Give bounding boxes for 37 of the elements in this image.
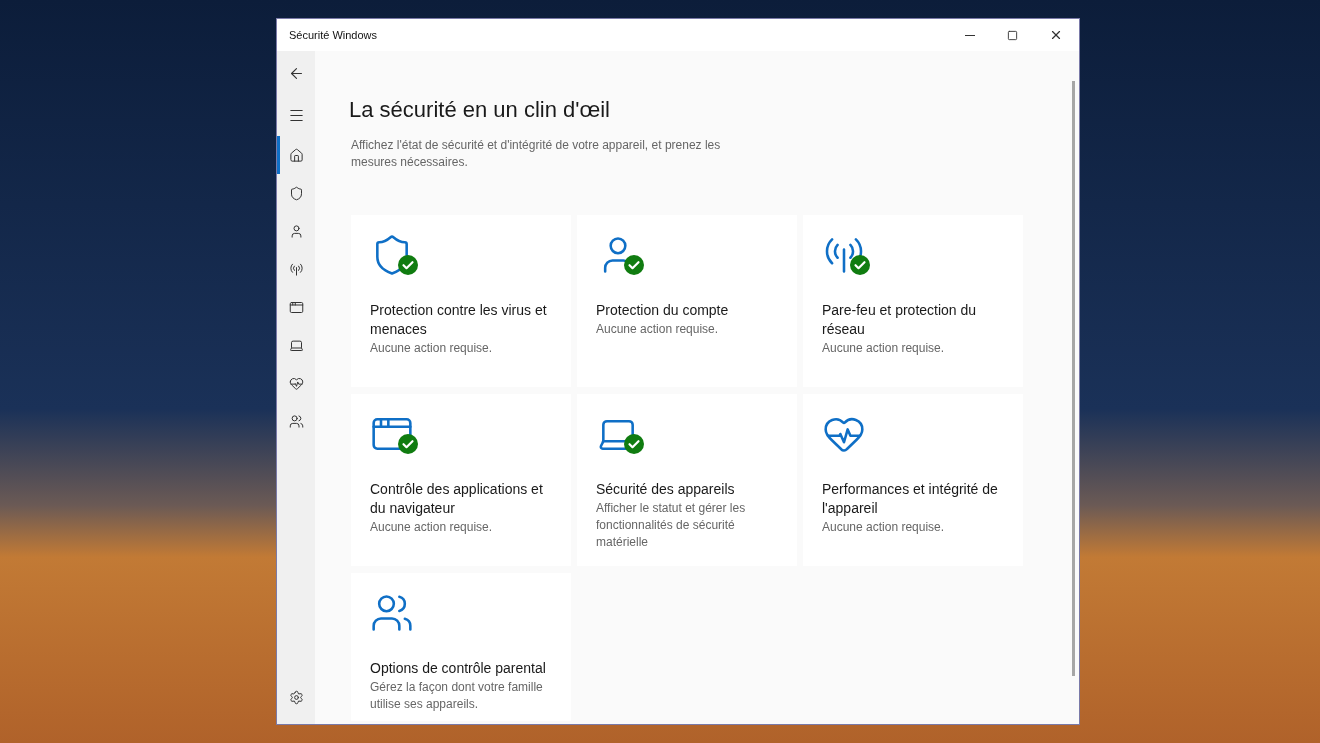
card-status: Aucune action requise. (370, 340, 494, 357)
page-description: Affichez l'état de sécurité et d'intégrité de votre appareil, et prenez les mesures nécessaires. (351, 137, 721, 171)
heart-pulse-icon (288, 375, 304, 391)
home-icon (288, 147, 304, 163)
people-icon (288, 413, 304, 429)
card-status: Aucune action requise. (822, 519, 946, 536)
card-title: Protection contre les virus et menaces (370, 301, 548, 339)
card-title: Protection du compte (596, 301, 730, 320)
minimize-icon (965, 34, 975, 36)
page-title: La sécurité en un clin d'œil (349, 96, 611, 124)
card-status: Gérez la façon dont votre famille utilise ses appareils. (370, 679, 544, 713)
card-background[interactable]: Protection du compte Aucune action requise. (577, 215, 797, 387)
card-title: Pare-feu et protection du réseau (822, 301, 978, 339)
card-title: Contrôle des applications et du navigateur (370, 480, 544, 518)
settings-icon (288, 689, 304, 705)
shield-icon (288, 185, 304, 201)
card-background[interactable]: Pare-feu et protection du réseau Aucune action requise. (803, 215, 1023, 387)
maximize-icon (1006, 29, 1018, 41)
card-status: Afficher le statut et gérer les fonctionnalités de sécurité matérielle (596, 500, 747, 551)
window-icon (288, 299, 304, 315)
laptop-icon (288, 337, 304, 353)
card-background[interactable]: Contrôle des applications et du navigateur Aucune action requise. (351, 394, 571, 566)
card-status: Aucune action requise. (596, 321, 720, 338)
card-status: Aucune action requise. (822, 340, 946, 357)
person-icon (288, 223, 304, 239)
card-title: Performances et intégrité de l'appareil (822, 480, 999, 518)
card-background[interactable]: Protection contre les virus et menaces Aucune action requise. (351, 215, 571, 387)
card-title: Sécurité des appareils (596, 480, 736, 499)
window-title: Sécurité Windows (288, 27, 379, 43)
close-icon (1049, 28, 1063, 42)
antenna-icon (288, 261, 304, 277)
card-background[interactable]: Performances et intégrité de l'appareil Aucune action requise. (803, 394, 1023, 566)
card-background[interactable]: Sécurité des appareils Afficher le statut et gérer les fonctionnalités de sécurité matérielle (577, 394, 797, 566)
scrollbar-thumb[interactable] (1071, 81, 1075, 676)
card-background[interactable]: Options de contrôle parental Gérez la façon dont votre famille utilise ses appareils. (351, 573, 571, 721)
card-title: Options de contrôle parental (370, 659, 547, 678)
card-status: Aucune action requise. (370, 519, 494, 536)
